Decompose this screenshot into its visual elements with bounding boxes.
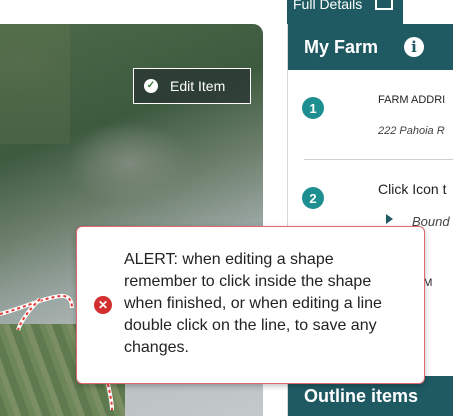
- step-2-badge: 2: [302, 187, 324, 209]
- click-icon-heading: Click Icon t: [378, 181, 447, 197]
- edit-item-label: Edit Item: [170, 78, 226, 94]
- full-details-label: Full Details: [293, 0, 363, 12]
- farm-address-value: 222 Pahoia R: [378, 125, 445, 137]
- alert-dialog: ✕ ALERT: when editing a shape remember t…: [76, 226, 425, 384]
- info-icon[interactable]: i: [404, 37, 425, 57]
- edit-item-button[interactable]: ✓ Edit Item: [133, 68, 251, 104]
- panel-title: My Farm: [304, 36, 379, 57]
- external-link-icon: [375, 0, 393, 10]
- boundary-flag-icon[interactable]: [386, 214, 393, 224]
- full-details-button[interactable]: Full Details: [287, 0, 403, 24]
- farm-address-heading: FARM ADDRI: [378, 94, 446, 106]
- check-circle-icon: ✓: [144, 79, 158, 93]
- step-1-badge: 1: [302, 97, 324, 119]
- alert-message: ALERT: when editing a shape remember to …: [124, 251, 382, 356]
- outline-items-label: Outline items: [304, 385, 419, 406]
- error-x-icon: ✕: [94, 296, 112, 314]
- section-divider: [304, 159, 453, 160]
- panel-header: My Farm i: [288, 24, 453, 70]
